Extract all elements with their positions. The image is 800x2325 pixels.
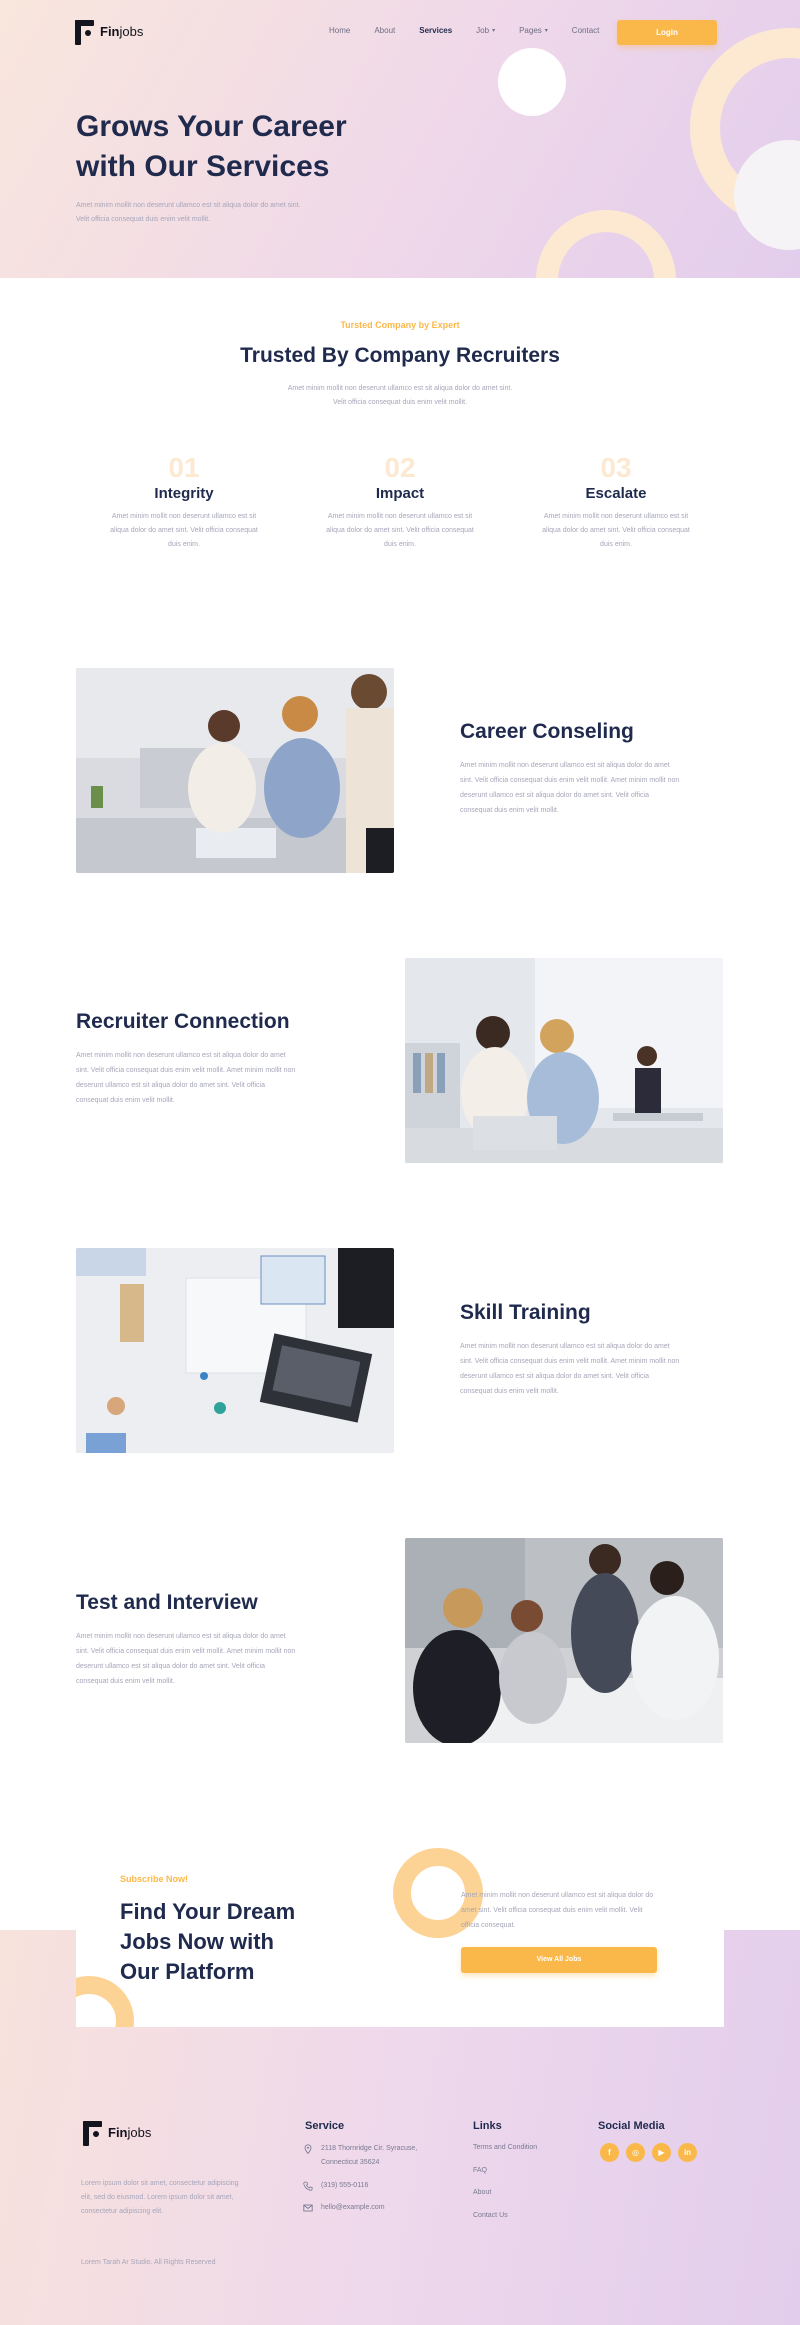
feature-title: Integrity bbox=[154, 485, 214, 502]
address-line-1: 2118 Thornridge Cir. Syracuse, bbox=[321, 2145, 418, 2152]
feature-text: Amet minim mollit non deserunt ullamco e… bbox=[110, 513, 258, 548]
recruiter-connection-photo bbox=[405, 958, 723, 1163]
feature-number: 01 bbox=[168, 452, 200, 483]
service-title: Skill Training bbox=[460, 1301, 591, 1324]
nav-services[interactable]: Services bbox=[419, 26, 452, 35]
nav-home[interactable]: Home bbox=[329, 26, 350, 35]
subscribe-text: Amet minim mollit non deserunt ullamco e… bbox=[461, 1892, 654, 1929]
nav-job[interactable]: Job ▾ bbox=[476, 26, 495, 35]
nav-pages[interactable]: Pages ▾ bbox=[519, 26, 548, 35]
main-nav: Home About Services Job ▾ Pages ▾ Contact bbox=[329, 26, 623, 35]
footer-social-heading: Social Media bbox=[598, 2120, 665, 2132]
footer-phone[interactable]: (319) 555-0116 bbox=[303, 2179, 368, 2193]
brand-logo[interactable]: Finjobs bbox=[72, 17, 143, 45]
subscribe-title: Find Your Dream Jobs Now with Our Platform bbox=[120, 1899, 296, 1984]
nav-contact[interactable]: Contact bbox=[572, 26, 600, 35]
hero-text: Amet minim mollit non deserunt ullamco e… bbox=[76, 202, 301, 223]
footer-address: 2118 Thornridge Cir. Syracuse, Connecticu… bbox=[303, 2142, 417, 2170]
feature-integrity: 01 Integrity Amet minim mollit non deser… bbox=[109, 452, 259, 552]
brand-name: Finjobs bbox=[100, 23, 144, 39]
linkedin-icon[interactable]: in bbox=[678, 2143, 697, 2162]
feature-number: 03 bbox=[600, 452, 632, 483]
service-text: Amet minim mollit non deserunt ullamco e… bbox=[76, 1633, 296, 1685]
logo-mark-icon bbox=[72, 17, 94, 45]
email-address: hello@example.com bbox=[321, 2204, 385, 2211]
service-text: Amet minim mollit non deserunt ullamco e… bbox=[460, 1343, 680, 1395]
footer-link-contact[interactable]: Contact Us bbox=[473, 2212, 508, 2219]
feature-title: Impact bbox=[375, 485, 425, 502]
trusted-title: Trusted By Company Recruiters bbox=[240, 344, 560, 367]
hero-title: Grows Your Career with Our Services bbox=[76, 110, 347, 183]
footer-link-terms[interactable]: Terms and Condition bbox=[473, 2144, 537, 2151]
footer-link-about[interactable]: About bbox=[473, 2189, 491, 2196]
mail-icon bbox=[303, 2204, 313, 2212]
chevron-down-icon: ▾ bbox=[544, 28, 548, 34]
address-line-2: Connecticut 35624 bbox=[321, 2159, 380, 2166]
test-interview-photo bbox=[405, 1538, 723, 1743]
footer-links-heading: Links bbox=[473, 2120, 502, 2132]
hero-section: Finjobs Home About Services Job ▾ Pages ▾ … bbox=[0, 0, 800, 278]
trusted-text: Amet minim mollit non deserunt ullamco e… bbox=[287, 385, 513, 406]
login-button[interactable]: Login bbox=[617, 20, 717, 45]
brand-name: Finjobs bbox=[108, 2124, 152, 2140]
social-links: f ◎ ▶ in bbox=[600, 2143, 697, 2162]
trusted-eyebrow: Tursted Company by Expert bbox=[340, 320, 460, 330]
feature-escalate: 03 Escalate Amet minim mollit non deseru… bbox=[541, 452, 691, 552]
decorative-circle bbox=[498, 48, 566, 116]
decorative-ring bbox=[536, 210, 676, 278]
service-title: Recruiter Connection bbox=[76, 1010, 290, 1033]
service-title: Career Conseling bbox=[460, 720, 634, 743]
phone-number: (319) 555-0116 bbox=[321, 2182, 369, 2189]
feature-title: Escalate bbox=[585, 485, 647, 502]
youtube-icon[interactable]: ▶ bbox=[652, 2143, 671, 2162]
skill-training-photo bbox=[76, 1248, 394, 1453]
location-pin-icon bbox=[304, 2144, 312, 2154]
chevron-down-icon: ▾ bbox=[492, 28, 496, 34]
view-all-jobs-button[interactable]: View All Jobs bbox=[461, 1947, 657, 1973]
footer-email[interactable]: hello@example.com bbox=[303, 2201, 385, 2215]
logo-mark-icon bbox=[80, 2118, 102, 2146]
footer-link-faq[interactable]: FAQ bbox=[473, 2167, 487, 2174]
footer-service-heading: Service bbox=[305, 2120, 345, 2132]
facebook-icon[interactable]: f bbox=[600, 2143, 619, 2162]
footer-about-text: Lorem ipsum dolor sit amet, consectetur … bbox=[81, 2180, 239, 2215]
footer-brand-logo[interactable]: Finjobs bbox=[80, 2118, 151, 2146]
service-text: Amet minim mollit non deserunt ullamco e… bbox=[76, 1052, 296, 1104]
feature-text: Amet minim mollit non deserunt ullamco e… bbox=[326, 513, 474, 548]
phone-icon bbox=[303, 2181, 313, 2191]
page: Finjobs Home About Services Job ▾ Pages ▾ … bbox=[0, 0, 800, 2325]
subscribe-eyebrow: Subscribe Now! bbox=[120, 1874, 189, 1884]
copyright-text: Lorem Tarah Ar Studio. All Rights Reserv… bbox=[81, 2259, 216, 2266]
feature-number: 02 bbox=[384, 452, 416, 483]
career-counseling-photo bbox=[76, 668, 394, 873]
service-title: Test and Interview bbox=[76, 1591, 258, 1614]
feature-impact: 02 Impact Amet minim mollit non deserunt… bbox=[325, 452, 475, 552]
nav-about[interactable]: About bbox=[374, 26, 395, 35]
service-text: Amet minim mollit non deserunt ullamco e… bbox=[460, 762, 680, 814]
instagram-icon[interactable]: ◎ bbox=[626, 2143, 645, 2162]
feature-text: Amet minim mollit non deserunt ullamco e… bbox=[542, 513, 690, 548]
